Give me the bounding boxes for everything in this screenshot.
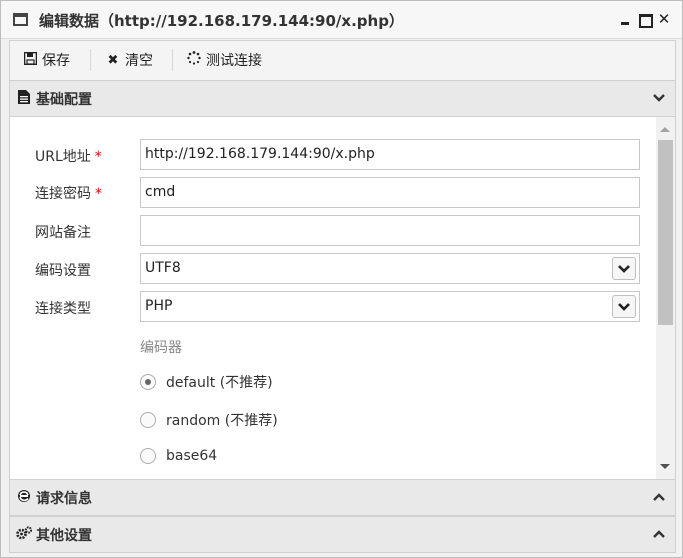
url-label: URL地址 * <box>35 149 102 165</box>
vertical-scrollbar[interactable] <box>656 117 675 479</box>
connection-type-label: 连接类型 <box>35 301 91 317</box>
test-connection-label: 测试连接 <box>206 53 262 69</box>
other-settings-header[interactable]: 其他设置 <box>9 516 676 553</box>
request-info-title: 请求信息 <box>36 490 92 507</box>
connection-type-value: PHP <box>145 298 173 314</box>
basic-config-title: 基础配置 <box>36 91 92 108</box>
chevron-up-icon <box>653 493 665 501</box>
toolbar-divider <box>172 49 173 71</box>
connection-type-select[interactable]: PHP <box>140 291 640 322</box>
minimize-button[interactable] <box>618 11 634 27</box>
chevron-up-icon <box>653 530 665 538</box>
encoding-label: 编码设置 <box>35 263 91 279</box>
encoder-option-random[interactable]: random (不推荐) <box>140 410 278 430</box>
radio-button[interactable] <box>140 374 156 390</box>
encoding-dropdown-button[interactable] <box>612 257 636 280</box>
close-button[interactable]: ✕ <box>656 11 672 27</box>
encoding-value: UTF8 <box>145 260 181 276</box>
radio-button[interactable] <box>140 412 156 428</box>
toolbar: 保存 ✖ 清空 测试连接 <box>9 40 676 80</box>
chevron-down-icon <box>618 303 630 311</box>
window-title: 编辑数据（http://192.168.179.144:90/x.php） <box>39 12 404 30</box>
toolbar-divider <box>90 49 91 71</box>
password-input[interactable]: cmd <box>140 177 640 208</box>
encoder-option-label: base64 <box>166 448 218 464</box>
encoder-option-label: default (不推荐) <box>166 375 273 391</box>
note-input[interactable] <box>140 215 640 246</box>
encoder-option-label: random (不推荐) <box>166 413 278 429</box>
scroll-down-arrow-icon[interactable] <box>660 464 670 469</box>
maximize-button[interactable] <box>637 11 653 28</box>
spinner-icon <box>186 51 202 69</box>
chevron-down-icon <box>653 94 665 102</box>
save-label: 保存 <box>42 53 70 69</box>
request-info-header[interactable]: 请求信息 <box>9 479 676 516</box>
scroll-up-arrow-icon[interactable] <box>660 127 670 132</box>
title-bar: 编辑数据（http://192.168.179.144:90/x.php） ✕ <box>1 1 682 39</box>
basic-config-header[interactable]: 基础配置 <box>9 80 676 117</box>
connection-type-dropdown-button[interactable] <box>612 295 636 318</box>
clear-label: 清空 <box>125 53 153 69</box>
ie-icon <box>16 489 32 507</box>
gears-icon <box>16 525 33 544</box>
encoding-select[interactable]: UTF8 <box>140 253 640 284</box>
window-icon <box>13 13 28 26</box>
chevron-down-icon <box>618 265 630 273</box>
url-input[interactable]: http://192.168.179.144:90/x.php <box>140 139 640 170</box>
required-mark: * <box>94 149 102 165</box>
save-button[interactable]: 保存 <box>22 41 70 79</box>
password-label: 连接密码 * <box>35 186 102 202</box>
clear-button[interactable]: ✖ 清空 <box>105 41 153 79</box>
edit-data-window: 编辑数据（http://192.168.179.144:90/x.php） ✕ … <box>0 0 683 558</box>
required-mark: * <box>95 186 102 202</box>
other-settings-title: 其他设置 <box>36 527 92 544</box>
test-connection-button[interactable]: 测试连接 <box>186 41 262 79</box>
floppy-icon <box>22 51 38 69</box>
scrollbar-thumb[interactable] <box>658 140 673 325</box>
encoder-option-default[interactable]: default (不推荐) <box>140 372 273 392</box>
radio-button[interactable] <box>140 448 156 464</box>
document-icon <box>16 89 32 108</box>
basic-config-panel: URL地址 * http://192.168.179.144:90/x.php 连… <box>9 117 676 479</box>
x-icon: ✖ <box>107 52 119 68</box>
note-label: 网站备注 <box>35 225 91 241</box>
encoder-group-label: 编码器 <box>140 340 182 356</box>
encoder-option-base64[interactable]: base64 <box>140 448 217 464</box>
